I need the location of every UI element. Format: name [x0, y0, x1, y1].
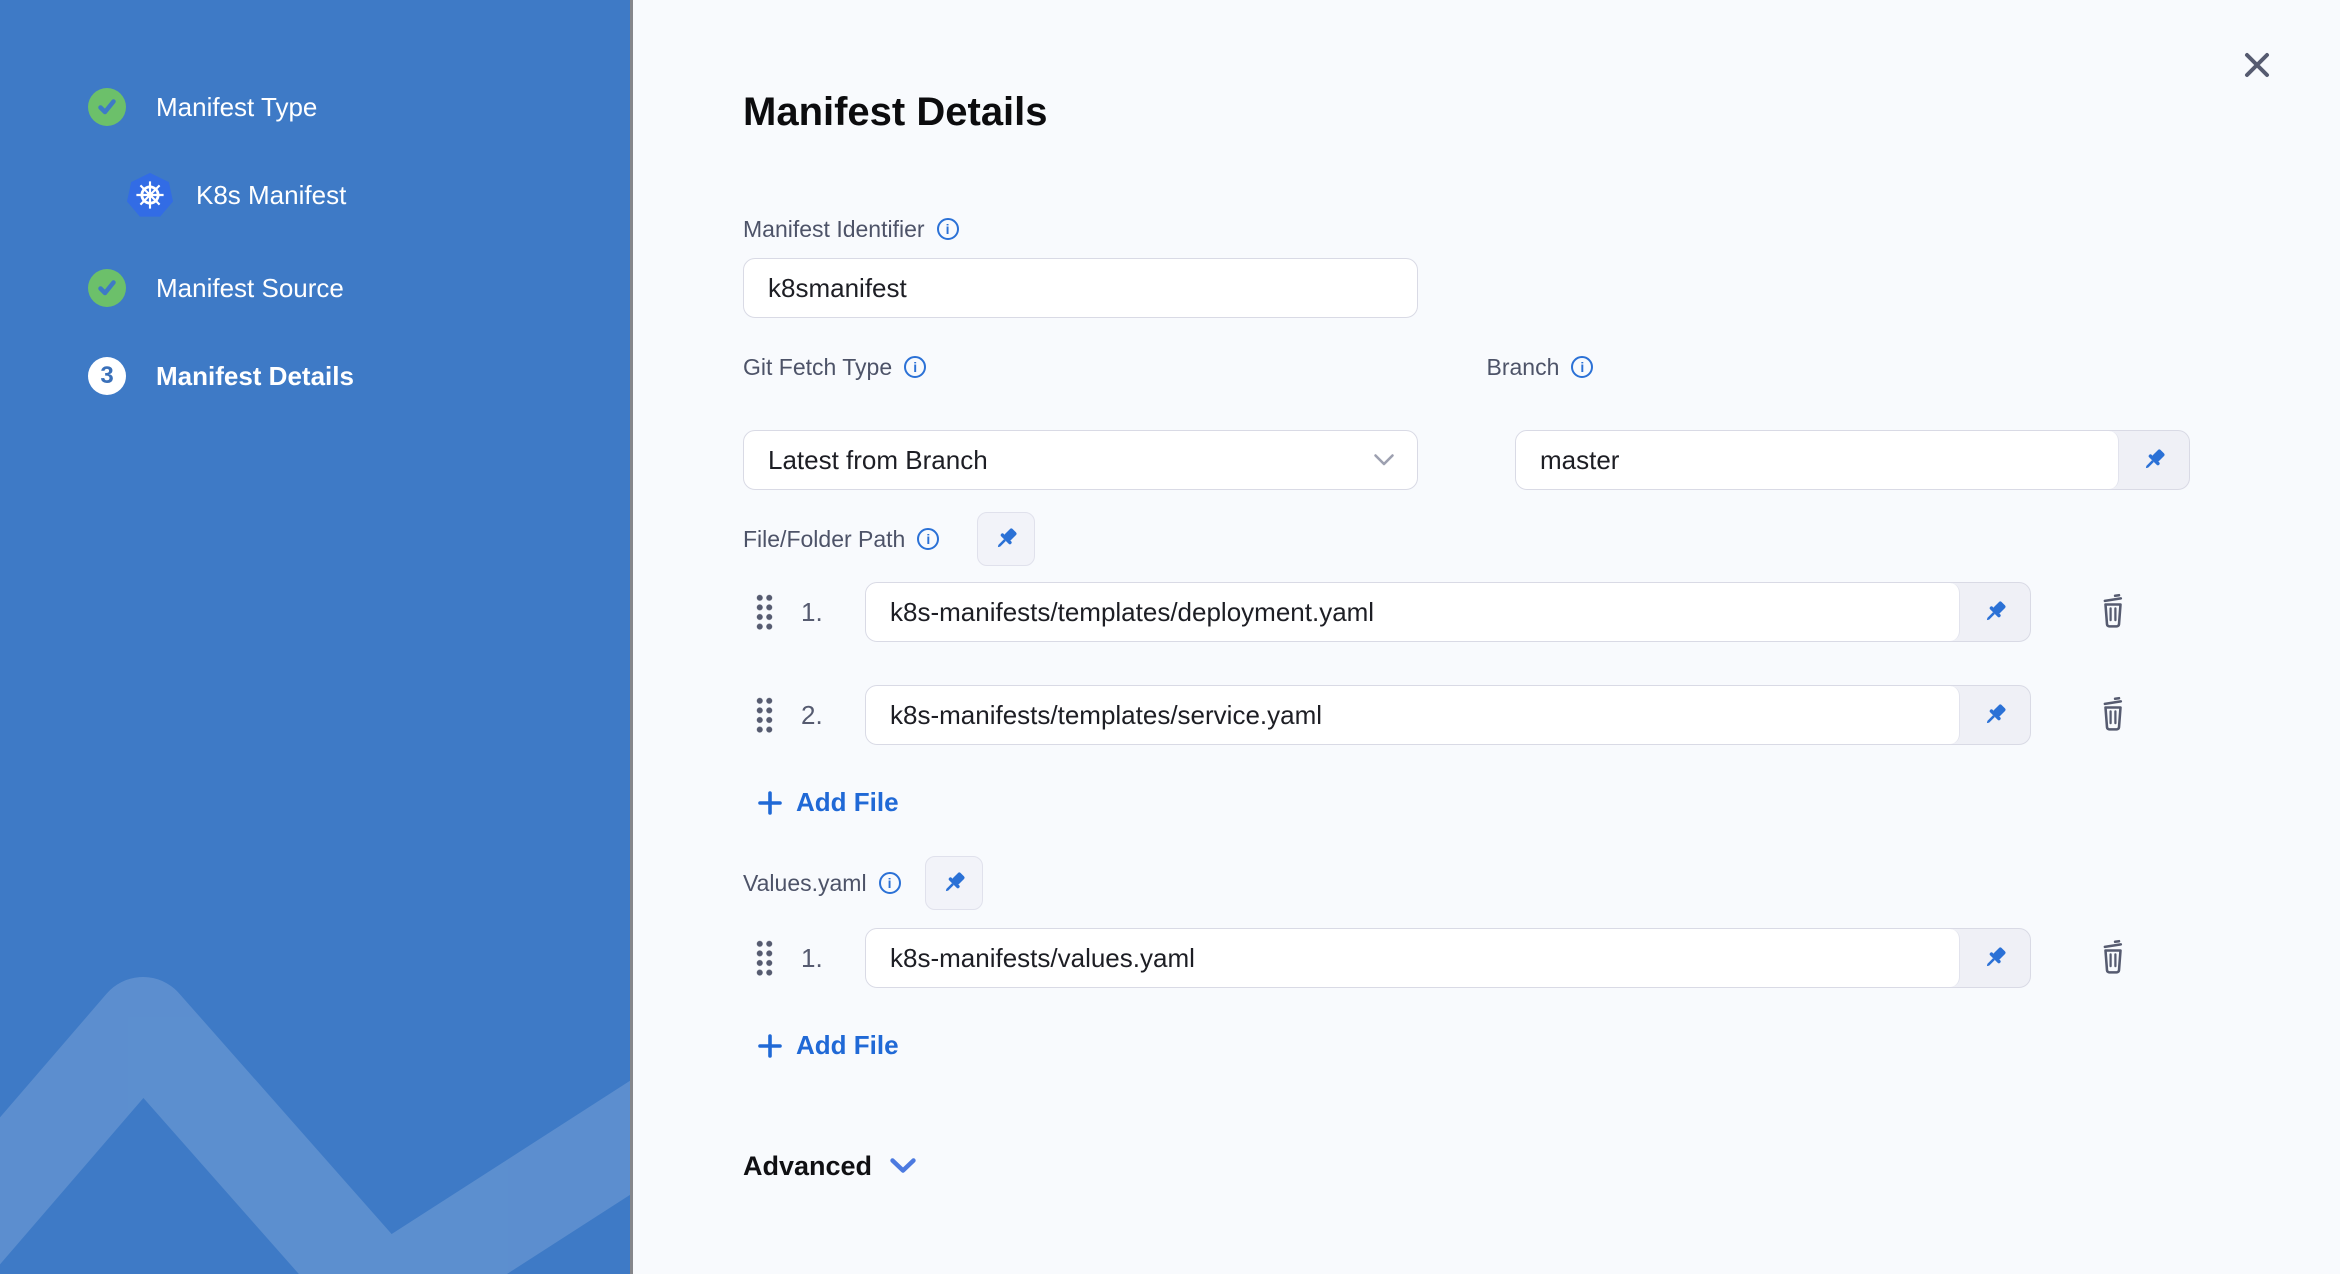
- branch-input-group: [1515, 430, 2190, 490]
- manifest-identifier-input[interactable]: [743, 258, 1418, 318]
- plus-icon: [758, 1033, 782, 1058]
- pin-icon[interactable]: [1960, 686, 2030, 744]
- label-text: File/Folder Path: [743, 526, 906, 552]
- pin-icon[interactable]: [1960, 929, 2030, 987]
- row-index: 1.: [801, 596, 823, 627]
- chevron-down-icon: [890, 1158, 916, 1173]
- plus-icon: [758, 790, 782, 815]
- trash-icon[interactable]: [2093, 589, 2133, 635]
- file-path-input-group: [865, 582, 2031, 642]
- kubernetes-icon: [127, 172, 173, 217]
- file-path-input-1[interactable]: [866, 583, 1960, 641]
- row-index: 1.: [801, 942, 823, 973]
- file-folder-path-label: File/Folder Path i: [743, 524, 940, 554]
- check-circle-icon: [88, 269, 126, 307]
- step-label: K8s Manifest: [196, 179, 347, 210]
- wizard-sidebar: Manifest Type K8s Manifest Manifest Sour…: [0, 0, 630, 1274]
- file-path-input-group: [865, 685, 2031, 745]
- values-path-input-group: [865, 928, 2031, 988]
- pin-icon[interactable]: [1960, 583, 2030, 641]
- add-file-label: Add File: [796, 1030, 899, 1060]
- values-file-row: 1.: [755, 928, 2133, 988]
- check-circle-icon: [88, 88, 126, 126]
- step-label: Manifest Type: [156, 91, 318, 122]
- drag-handle-icon[interactable]: [755, 939, 773, 977]
- values-path-input-1[interactable]: [866, 929, 1960, 987]
- pin-all-button[interactable]: [924, 856, 983, 910]
- git-fetch-type-select[interactable]: Latest from Branch: [743, 430, 1418, 490]
- file-path-row: 2.: [755, 685, 2133, 745]
- label-text: Values.yaml: [743, 870, 867, 896]
- advanced-label: Advanced: [743, 1151, 873, 1181]
- label-text: Git Fetch Type: [743, 354, 893, 380]
- file-path-input-2[interactable]: [866, 686, 1960, 744]
- info-icon[interactable]: i: [878, 872, 901, 894]
- page-title: Manifest Details: [743, 90, 1048, 134]
- sidebar-step-manifest-source[interactable]: Manifest Source: [88, 269, 344, 307]
- branch-input[interactable]: [1516, 431, 2119, 489]
- manifest-details-panel: Manifest Details Manifest Identifier i G…: [630, 0, 2340, 1274]
- add-file-button[interactable]: Add File: [757, 1030, 899, 1061]
- pin-all-button[interactable]: [977, 512, 1036, 566]
- chevron-down-icon: [1374, 454, 1394, 466]
- label-text: Branch: [1486, 354, 1560, 380]
- git-fetch-type-label: Git Fetch Type i: [743, 352, 927, 382]
- step-number-badge: 3: [88, 357, 126, 395]
- sidebar-step-manifest-type[interactable]: Manifest Type: [88, 88, 317, 126]
- trash-icon[interactable]: [2093, 692, 2133, 738]
- branch-label: Branch i: [1487, 352, 1594, 382]
- selected-option: Latest from Branch: [768, 444, 988, 475]
- row-index: 2.: [801, 699, 823, 730]
- manifest-identifier-label: Manifest Identifier i: [743, 214, 959, 244]
- info-icon[interactable]: i: [936, 218, 959, 240]
- pin-icon[interactable]: [2119, 431, 2189, 489]
- advanced-toggle[interactable]: Advanced: [743, 1149, 917, 1183]
- trash-icon[interactable]: [2093, 935, 2133, 981]
- label-text: Manifest Identifier: [743, 216, 925, 242]
- file-path-row: 1.: [755, 582, 2133, 642]
- drag-handle-icon[interactable]: [755, 593, 773, 631]
- values-yaml-label: Values.yaml i: [743, 868, 901, 898]
- info-icon[interactable]: i: [904, 356, 927, 378]
- add-file-label: Add File: [796, 787, 899, 817]
- info-icon[interactable]: i: [1571, 356, 1594, 378]
- step-label: Manifest Details: [156, 360, 354, 391]
- sidebar-step-k8s-manifest[interactable]: K8s Manifest: [127, 172, 346, 218]
- info-icon[interactable]: i: [917, 528, 940, 550]
- close-icon[interactable]: [2238, 46, 2276, 84]
- drag-handle-icon[interactable]: [755, 696, 773, 734]
- sidebar-step-manifest-details[interactable]: 3 Manifest Details: [88, 357, 354, 395]
- add-file-button[interactable]: Add File: [757, 787, 899, 818]
- step-label: Manifest Source: [156, 272, 344, 303]
- harness-logo-watermark: [0, 977, 630, 1274]
